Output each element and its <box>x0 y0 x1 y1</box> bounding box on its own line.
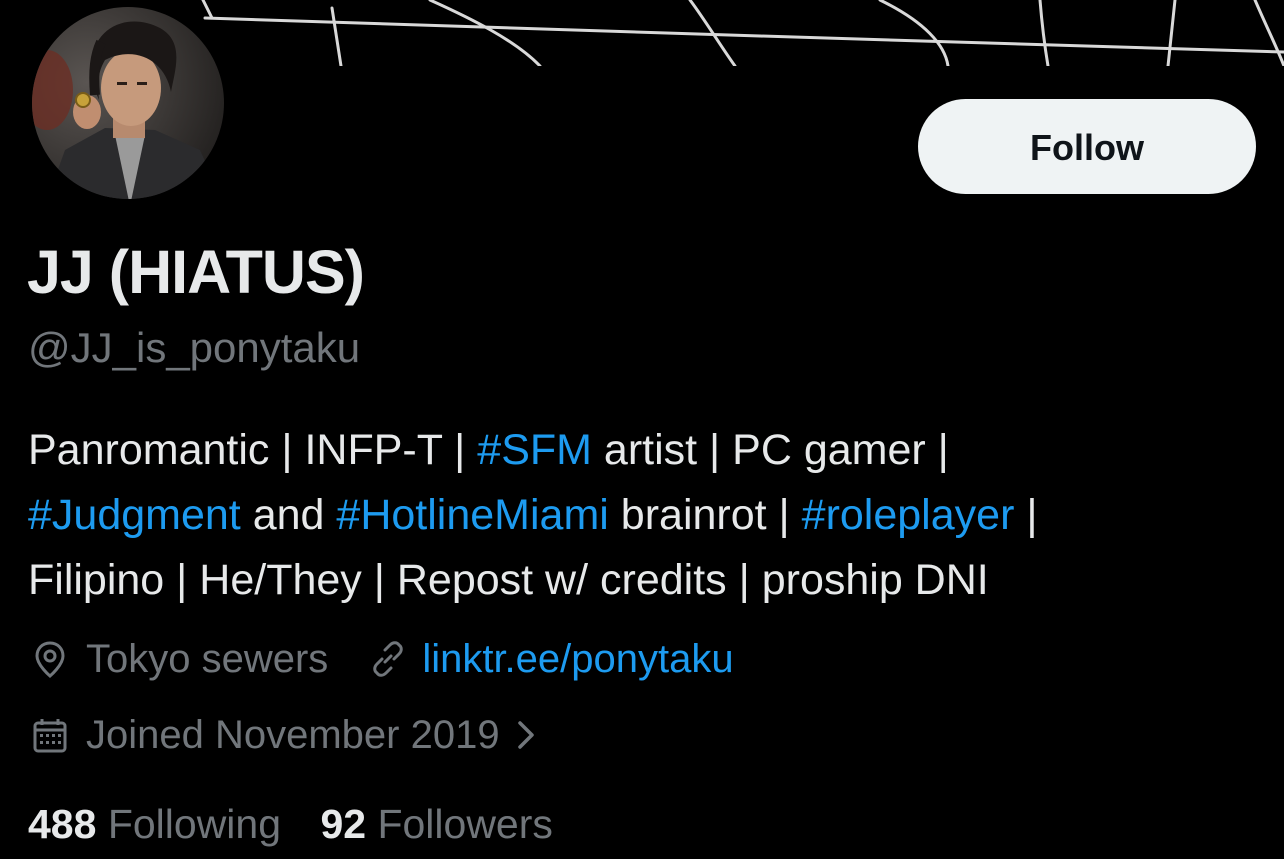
calendar-icon <box>30 715 70 755</box>
bio-text: brainrot | <box>608 491 802 539</box>
followers-label: Followers <box>377 801 553 847</box>
follow-button[interactable]: Follow <box>918 99 1256 194</box>
bio-text: | <box>1014 491 1038 539</box>
profile-meta-row: Tokyo sewers linktr.ee/ponytaku <box>30 633 734 685</box>
display-name: JJ (HIATUS) <box>27 238 365 306</box>
following-label: Following <box>107 801 282 847</box>
bio-text: and <box>240 491 337 539</box>
following-count: 488 <box>28 801 97 847</box>
hashtag-link[interactable]: #Judgment <box>28 491 241 539</box>
bio-line-1: Panromantic | INFP-T | #SFM artist | PC … <box>28 418 1258 483</box>
avatar[interactable] <box>25 0 231 206</box>
bio-text: Panromantic | INFP-T | <box>28 426 478 474</box>
website-link[interactable]: linktr.ee/ponytaku <box>422 633 733 685</box>
joined-row[interactable]: Joined November 2019 <box>30 709 556 761</box>
joined-date: Joined November 2019 <box>86 713 500 757</box>
location-text: Tokyo sewers <box>86 637 329 681</box>
user-handle: @JJ_is_ponytaku <box>28 324 361 371</box>
profile-bio: Panromantic | INFP-T | #SFM artist | PC … <box>28 418 1258 613</box>
followers-count: 92 <box>320 801 367 847</box>
bio-line-2: #Judgment and #HotlineMiami brainrot | #… <box>28 483 1258 548</box>
hashtag-link[interactable]: #HotlineMiami <box>336 491 608 539</box>
bio-text: artist | PC gamer | <box>591 426 949 474</box>
followers-stat[interactable]: 92 Followers <box>320 801 552 847</box>
follow-stats: 488 Following 92 Followers <box>28 798 581 850</box>
link-icon <box>368 639 408 679</box>
chevron-right-icon <box>512 715 540 755</box>
location-pin-icon <box>30 639 70 679</box>
hashtag-link[interactable]: #SFM <box>477 426 592 474</box>
bio-text: Filipino | He/They | Repost w/ credits |… <box>28 556 989 604</box>
bio-line-3: Filipino | He/They | Repost w/ credits |… <box>28 548 1258 613</box>
following-stat[interactable]: 488 Following <box>28 801 281 847</box>
hashtag-link[interactable]: #roleplayer <box>802 491 1015 539</box>
